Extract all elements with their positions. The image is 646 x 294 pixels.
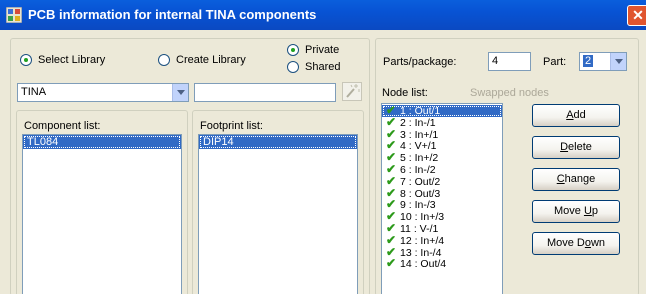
node-list-item[interactable]: ✔ 10 : In+/3 — [382, 210, 502, 224]
add-button-label-post: dd — [573, 109, 586, 121]
node-list-item[interactable]: ✔ 5 : In+/2 — [382, 151, 502, 165]
private-radio[interactable]: Private — [287, 44, 339, 56]
node-list-item-label: 13 : In-/4 — [400, 246, 442, 259]
node-list-item[interactable]: ✔ 6 : In-/2 — [382, 163, 502, 176]
list-item[interactable]: TL084 — [23, 135, 181, 149]
node-list-item-label: 5 : In+/2 — [400, 152, 439, 165]
component-list[interactable]: TL084 — [22, 134, 182, 294]
node-list-items: ✔ 1 : Out/1 ✔ 2 : In-/1 ✔ 3 : In+/1 ✔ 4 : V+/1 ✔… — [382, 104, 502, 271]
parts-per-package-input[interactable]: 4 — [488, 52, 531, 71]
node-list-item-label: 11 : V-/1 — [400, 222, 439, 235]
create-library-label: Create Library — [176, 54, 246, 66]
node-list-item-label: 4 : V+/1 — [400, 140, 437, 153]
node-list-item[interactable]: ✔ 11 : V-/1 — [382, 222, 502, 235]
shared-radio[interactable]: Shared — [287, 61, 340, 73]
close-button[interactable]: ✕ — [627, 5, 646, 26]
node-list-item-label: 9 : In-/3 — [400, 199, 436, 212]
move-up-button-label-pre: Move — [553, 205, 584, 217]
part-dropdown[interactable]: 2 — [579, 52, 627, 71]
radio-indicator — [158, 54, 170, 66]
select-library-label: Select Library — [38, 54, 106, 66]
change-button[interactable]: Change — [532, 168, 620, 191]
move-up-button[interactable]: Move Up — [532, 200, 620, 223]
app-icon — [6, 7, 22, 23]
node-list-item[interactable]: ✔ 12 : In+/4 — [382, 234, 502, 247]
node-list-item[interactable]: ✔ 3 : In+/1 — [382, 128, 502, 141]
node-list-item[interactable]: ✔ 9 : In-/3 — [382, 198, 502, 212]
add-button[interactable]: Add — [532, 104, 620, 127]
chevron-down-icon[interactable] — [610, 53, 626, 70]
add-button-hotkey: A — [566, 109, 574, 121]
dialog-body: Select Library Create Library Private Sh… — [0, 30, 646, 294]
node-list-item[interactable]: ✔ 13 : In-/4 — [382, 246, 502, 259]
node-list-item-label: 6 : In-/2 — [400, 163, 436, 176]
node-list-item[interactable]: ✔ 7 : Out/2 — [382, 175, 502, 188]
radio-indicator — [287, 61, 299, 73]
move-up-button-label-post: p — [591, 205, 599, 217]
component-list-item-label: TL084 — [27, 136, 59, 148]
shared-label: Shared — [305, 61, 341, 73]
checkmark-icon: ✔ — [386, 256, 397, 271]
node-list-item-label: 3 : In+/1 — [400, 128, 439, 141]
change-button-hotkey: C — [556, 173, 565, 185]
private-label: Private — [305, 44, 340, 56]
footprint-list-label: Footprint list: — [200, 120, 263, 132]
move-down-button-label-pre: Move D — [546, 237, 585, 249]
footprint-list-item-label: DIP14 — [203, 136, 234, 148]
node-list-item[interactable]: ✔ 4 : V+/1 — [382, 139, 502, 153]
node-list-item[interactable]: ✔ 1 : Out/1 — [382, 104, 502, 117]
move-down-button[interactable]: Move Down — [532, 232, 620, 255]
node-list[interactable]: ✔ 1 : Out/1 ✔ 2 : In-/1 ✔ 3 : In+/1 ✔ 4 : V+/1 ✔… — [381, 103, 503, 294]
window-title: PCB information for internal TINA compon… — [28, 7, 317, 22]
node-list-item-label: 14 : Out/4 — [400, 258, 447, 271]
select-library-radio[interactable]: Select Library — [20, 54, 105, 66]
library-dropdown-value: TINA — [21, 86, 47, 98]
list-item[interactable]: DIP14 — [199, 135, 357, 149]
library-search-input[interactable] — [194, 83, 336, 102]
title-bar: PCB information for internal TINA compon… — [0, 0, 646, 30]
node-list-item[interactable]: ✔ 8 : Out/3 — [382, 187, 502, 200]
node-list-item-label: 10 : In+/3 — [400, 211, 445, 224]
footprint-list[interactable]: DIP14 — [198, 134, 358, 294]
delete-button-label-post: elete — [568, 141, 592, 153]
wand-button[interactable] — [342, 82, 362, 101]
library-dropdown[interactable]: TINA — [17, 83, 189, 102]
node-list-item-label: 1 : Out/1 — [400, 105, 441, 117]
node-list-item-label: 7 : Out/2 — [400, 175, 441, 188]
parts-per-package-label: Parts/package: — [383, 56, 457, 68]
node-list-item-label: 8 : Out/3 — [400, 187, 441, 200]
component-list-label: Component list: — [24, 120, 101, 132]
delete-button[interactable]: Delete — [532, 136, 620, 159]
swapped-nodes-label: Swapped nodes — [470, 87, 549, 99]
wand-icon — [346, 84, 360, 98]
parts-per-package-value: 4 — [492, 55, 499, 67]
node-list-item-label: 12 : In+/4 — [400, 234, 445, 247]
close-icon: ✕ — [632, 7, 644, 23]
move-down-button-label-post: wn — [590, 237, 606, 249]
node-list-label: Node list: — [382, 87, 428, 99]
radio-indicator — [287, 44, 299, 56]
node-list-item[interactable]: ✔ 2 : In-/1 — [382, 116, 502, 129]
part-label: Part: — [543, 56, 567, 68]
node-list-item-label: 2 : In-/1 — [400, 116, 436, 129]
delete-button-hotkey: D — [560, 141, 569, 153]
change-button-label-post: hange — [564, 173, 596, 185]
create-library-radio[interactable]: Create Library — [158, 54, 246, 66]
part-dropdown-value: 2 — [583, 55, 594, 67]
radio-indicator — [20, 54, 32, 66]
node-list-item[interactable]: ✔ 14 : Out/4 — [382, 256, 502, 271]
move-up-button-hotkey: U — [583, 205, 592, 217]
chevron-down-icon[interactable] — [172, 84, 188, 101]
